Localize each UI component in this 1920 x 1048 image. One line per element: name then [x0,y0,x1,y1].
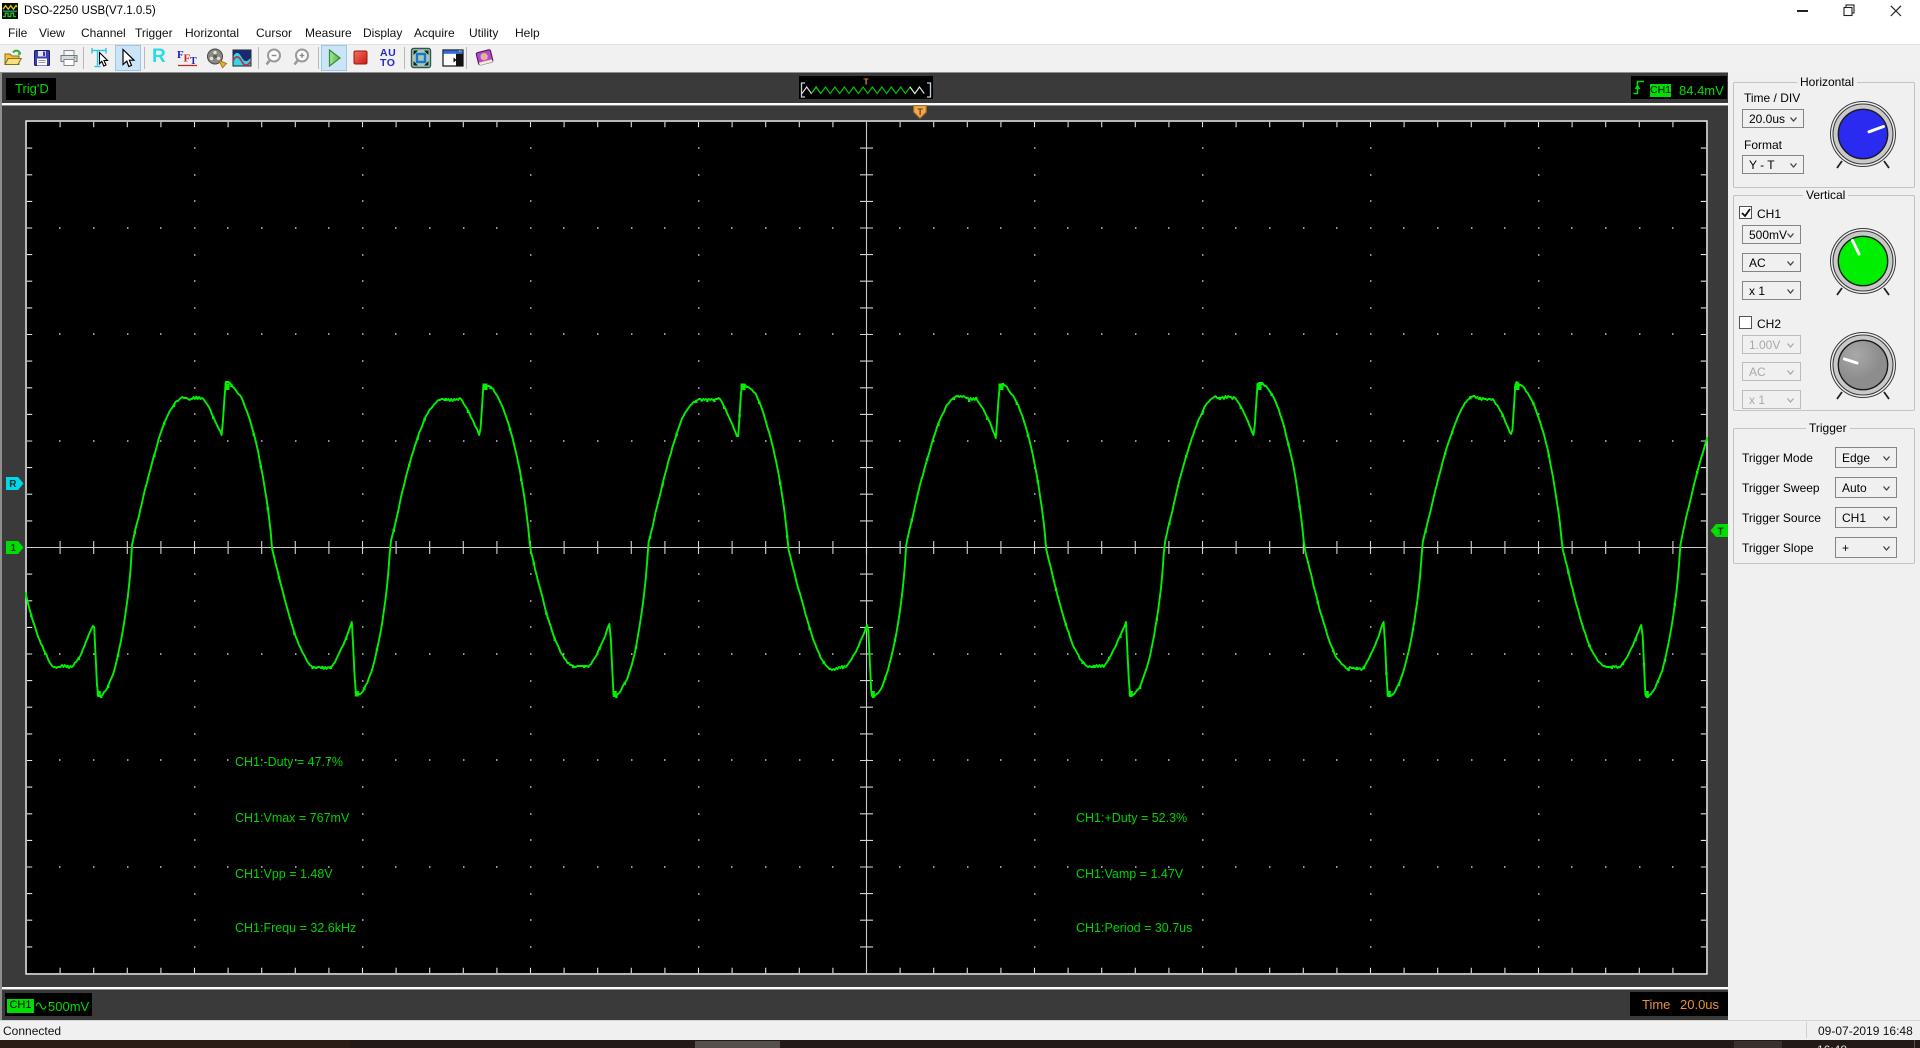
svg-text:T: T [1718,527,1724,538]
svg-text:R: R [9,479,17,490]
svg-text:1: 1 [11,543,17,554]
svg-text:T: T [864,77,870,87]
svg-text:T: T [917,107,923,117]
